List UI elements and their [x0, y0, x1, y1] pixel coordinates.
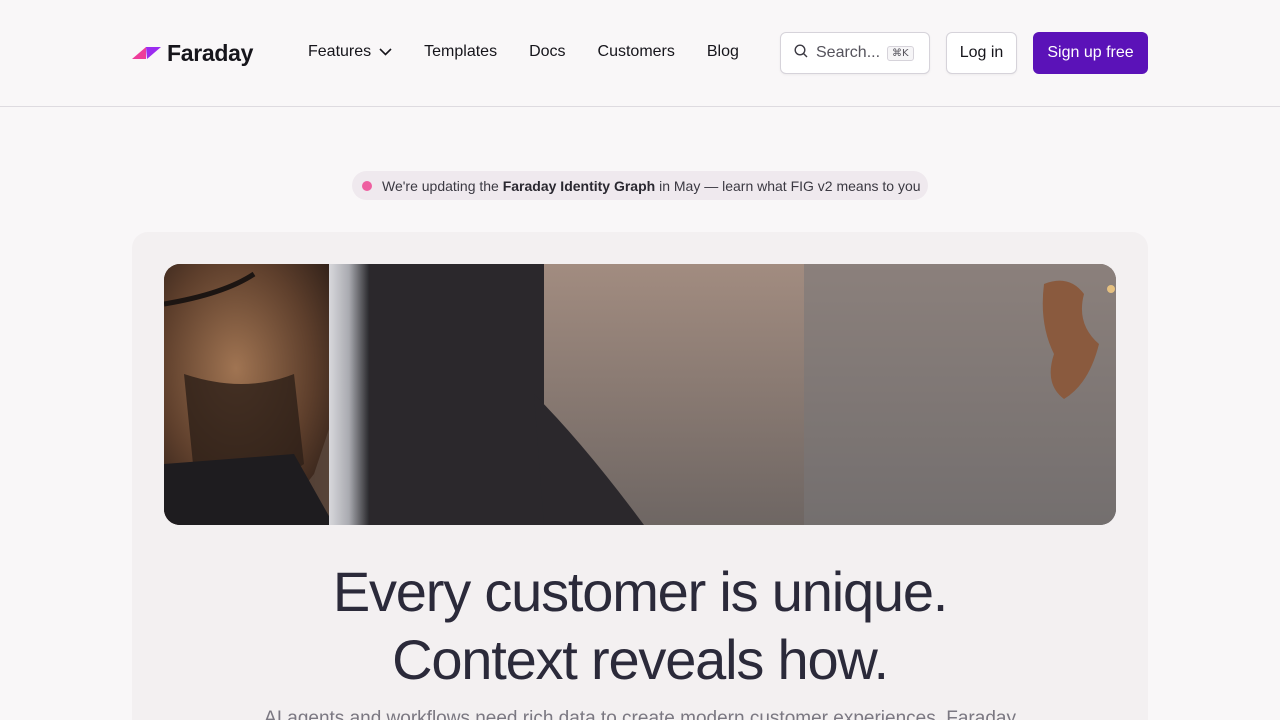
login-button[interactable]: Log in — [946, 32, 1017, 74]
nav-item-templates[interactable]: Templates — [424, 43, 497, 61]
faraday-logo-icon — [132, 45, 161, 61]
hero-photo — [164, 264, 1116, 525]
logo-text: Faraday — [167, 39, 254, 66]
site-header: Faraday Features Templates Docs Customer… — [0, 0, 1280, 107]
headline-line-2: Context reveals how. — [392, 628, 889, 691]
main-nav: Features Templates Docs Customers Blog — [308, 40, 771, 64]
search-label: Search... — [816, 44, 881, 61]
announcement-suffix: in May — learn what FIG v2 means to you — [655, 177, 921, 194]
chevron-down-icon — [379, 43, 392, 61]
search-icon — [794, 43, 808, 63]
nav-item-label: Features — [308, 43, 372, 60]
hero-subtext: AI agents and workflows need rich data t… — [264, 708, 1016, 720]
announcement-bold: Faraday Identity Graph — [502, 177, 656, 194]
hero-headline: Every customer is unique. Context reveal… — [132, 558, 1148, 694]
signup-button[interactable]: Sign up free — [1033, 32, 1148, 74]
nav-item-features[interactable]: Features — [308, 43, 392, 61]
logo[interactable]: Faraday — [132, 38, 253, 68]
search-shortcut: ⌘K — [887, 45, 914, 61]
nav-item-blog[interactable]: Blog — [707, 43, 739, 61]
nav-item-docs[interactable]: Docs — [529, 43, 565, 61]
search-button[interactable]: Search... ⌘K — [780, 32, 930, 74]
announcement-prefix: We're updating the — [382, 177, 503, 194]
nav-item-customers[interactable]: Customers — [598, 43, 675, 61]
status-dot — [362, 180, 372, 191]
headline-line-1: Every customer is unique. — [332, 560, 948, 623]
announcement-banner[interactable]: We're updating the Faraday Identity Grap… — [352, 171, 928, 200]
